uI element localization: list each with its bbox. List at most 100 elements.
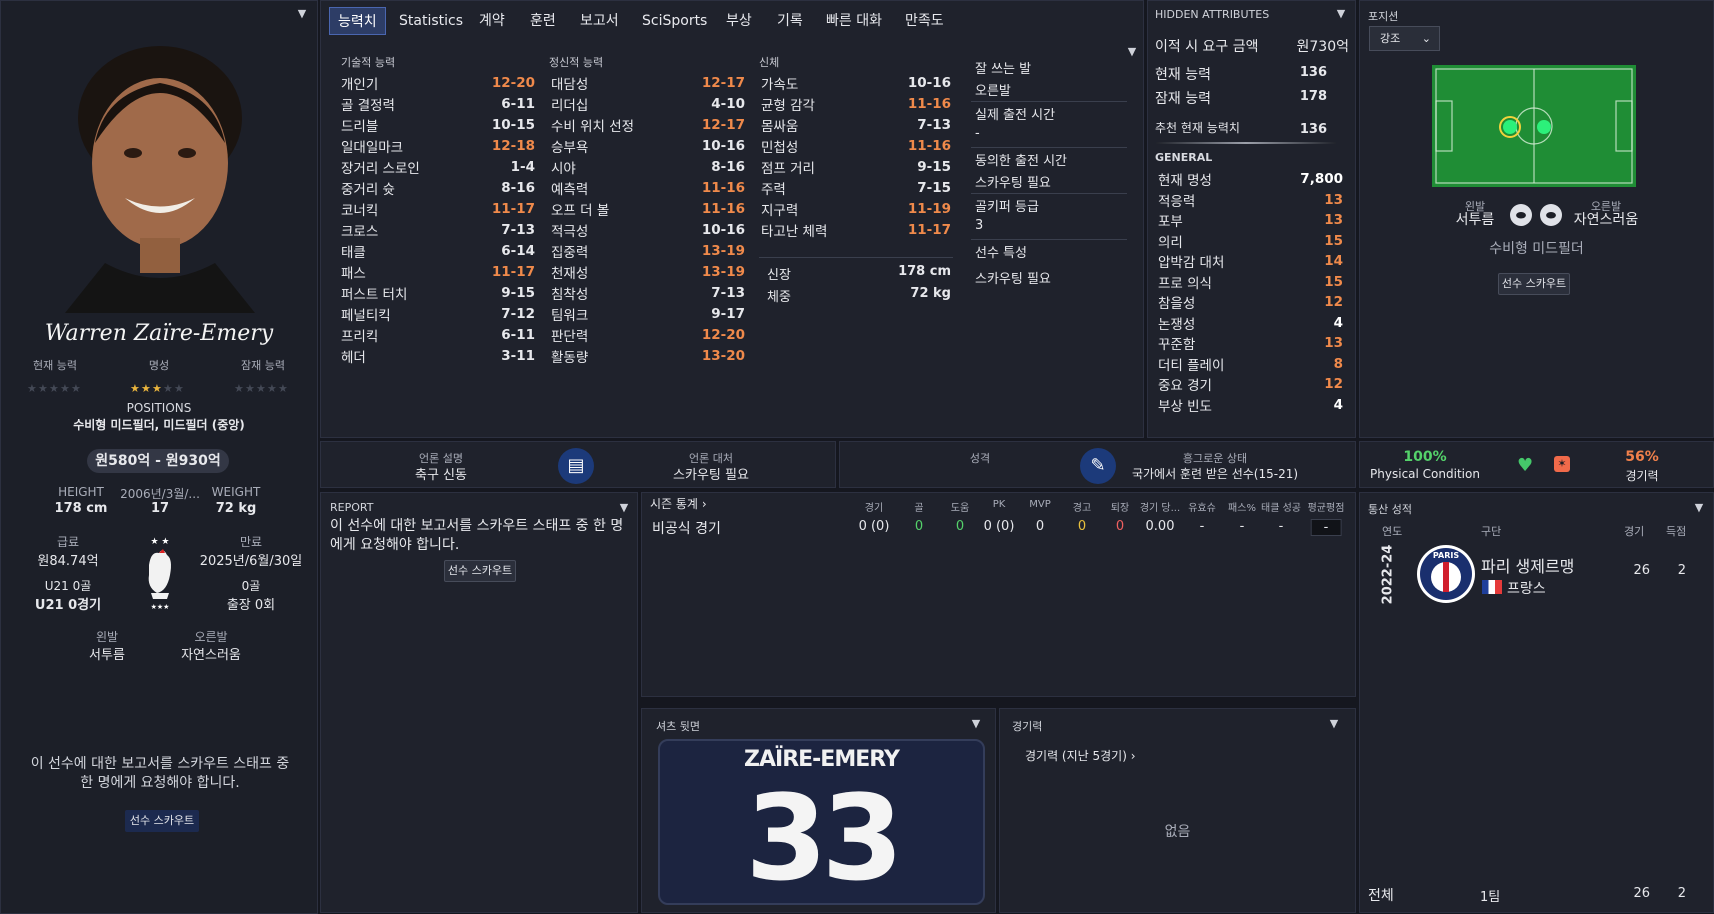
attribute-row[interactable]: 몸싸움 7-13 xyxy=(761,113,951,136)
tab-happiness[interactable]: 만족도 xyxy=(897,7,952,35)
season-header[interactable]: 골 xyxy=(914,499,923,514)
position-scout-button[interactable]: 선수 스카우트 xyxy=(1498,273,1570,295)
attribute-value: 9-17 xyxy=(711,305,745,322)
attribute-row[interactable]: 주력 7-15 xyxy=(761,176,951,199)
attribute-row[interactable]: 적극성 10-16 xyxy=(551,218,745,241)
attribute-row[interactable]: 장거리 스로인 1-4 xyxy=(341,155,535,178)
tab-scisports[interactable]: SciSports xyxy=(634,7,715,35)
tab-attributes[interactable]: 능력치 xyxy=(329,7,386,35)
attribute-row[interactable]: 판단력 12-20 xyxy=(551,323,745,346)
general-row[interactable]: 참을성 12 xyxy=(1158,292,1343,312)
season-header[interactable]: 평균평점 xyxy=(1308,499,1345,514)
attribute-row[interactable]: 프리킥 6-11 xyxy=(341,323,535,346)
attribute-row[interactable]: 개인기 12-20 xyxy=(341,71,535,94)
attribute-row[interactable]: 천재성 13-19 xyxy=(551,260,745,283)
season-header[interactable]: 경기 당... xyxy=(1140,499,1180,514)
attribute-name: 예측력 xyxy=(551,181,589,198)
attribute-row[interactable]: 오프 더 볼 11-16 xyxy=(551,197,745,220)
season-header[interactable]: 유효슈 xyxy=(1188,499,1216,514)
tab-statistics[interactable]: Statistics xyxy=(391,7,471,35)
attribute-row[interactable]: 중거리 슛 8-16 xyxy=(341,176,535,199)
mental-title: 정신적 능력 xyxy=(549,56,604,69)
attribute-row[interactable]: 패스 11-17 xyxy=(341,260,535,283)
attribute-row[interactable]: 수비 위치 선정 12-17 xyxy=(551,113,745,136)
season-value: 0 xyxy=(1077,519,1087,534)
general-row[interactable]: 적응력 13 xyxy=(1158,190,1343,210)
tab-training[interactable]: 훈련 xyxy=(522,7,564,35)
attribute-row[interactable]: 균형 감각 11-16 xyxy=(761,92,951,115)
attribute-row[interactable]: 침착성 7-13 xyxy=(551,281,745,304)
general-row[interactable]: 프로 의식 15 xyxy=(1158,272,1343,292)
attribute-row[interactable]: 헤더 3-11 xyxy=(341,344,535,367)
season-header[interactable]: MVP xyxy=(1029,499,1051,510)
attribute-row[interactable]: 퍼스트 터치 9-15 xyxy=(341,281,535,304)
career-title: 통산 성적 xyxy=(1368,503,1412,516)
general-value: 7,800 xyxy=(1300,171,1343,187)
attribute-row[interactable]: 일대일마크 12-18 xyxy=(341,134,535,157)
tab-contract[interactable]: 계약 xyxy=(471,7,513,35)
chevron-down-icon[interactable]: ▼ xyxy=(1692,501,1706,515)
attribute-row[interactable]: 크로스 7-13 xyxy=(341,218,535,241)
tab-reports[interactable]: 보고서 xyxy=(572,7,627,35)
season-header[interactable]: 태클 성공 xyxy=(1261,499,1301,514)
attribute-name: 천재성 xyxy=(551,265,589,282)
media-handling-value: 스카우팅 필요 xyxy=(673,468,749,483)
general-row[interactable]: 꾸준함 13 xyxy=(1158,333,1343,353)
attribute-row[interactable]: 민첩성 11-16 xyxy=(761,134,951,157)
attribute-row[interactable]: 시야 8-16 xyxy=(551,155,745,178)
media-description-value: 축구 신동 xyxy=(415,468,467,483)
general-row[interactable]: 더티 플레이 8 xyxy=(1158,354,1343,374)
season-header[interactable]: 경고 xyxy=(1073,499,1091,514)
general-row[interactable]: 현재 명성 7,800 xyxy=(1158,169,1343,189)
attribute-row[interactable]: 지구력 11-19 xyxy=(761,197,951,220)
chevron-down-icon[interactable]: ▼ xyxy=(295,7,309,21)
season-header[interactable]: 경기 xyxy=(865,499,883,514)
phys-weight-value: 72 kg xyxy=(910,286,951,301)
attribute-name: 점프 거리 xyxy=(761,160,815,177)
season-header[interactable]: 패스% xyxy=(1228,499,1256,514)
highlight-dropdown-value: 강조 xyxy=(1380,32,1401,45)
highlight-dropdown[interactable]: 강조 ⌄ xyxy=(1369,26,1440,51)
tab-history[interactable]: 기록 xyxy=(769,7,811,35)
chevron-down-icon[interactable]: ▼ xyxy=(617,501,631,515)
attribute-row[interactable]: 드리블 10-15 xyxy=(341,113,535,136)
attribute-row[interactable]: 승부욕 10-16 xyxy=(551,134,745,157)
tab-injuries[interactable]: 부상 xyxy=(718,7,760,35)
report-scout-button[interactable]: 선수 스카우트 xyxy=(444,560,516,582)
career-club-name[interactable]: 파리 생제르맹 xyxy=(1481,553,1574,577)
attribute-row[interactable]: 페널티킥 7-12 xyxy=(341,302,535,325)
attribute-row[interactable]: 예측력 11-16 xyxy=(551,176,745,199)
season-header[interactable]: 도움 xyxy=(951,499,969,514)
psg-badge-icon[interactable]: PARIS xyxy=(1416,544,1476,604)
season-header[interactable]: PK xyxy=(993,499,1006,510)
ca-hidden-value: 136 xyxy=(1299,65,1327,80)
season-headers: 경기 골 도움 PK MVP 경고 퇴장 경기 당... 유효슈 패스% 태클 성공 평균평점 xyxy=(642,499,1357,515)
scout-player-button[interactable]: 선수 스카우트 xyxy=(125,810,199,832)
general-row[interactable]: 압박감 대처 14 xyxy=(1158,251,1343,271)
attribute-row[interactable]: 골 결정력 6-11 xyxy=(341,92,535,115)
tab-quick-chat[interactable]: 빠른 대화 xyxy=(818,7,890,35)
attribute-row[interactable]: 점프 거리 9-15 xyxy=(761,155,951,178)
chevron-down-icon[interactable]: ▼ xyxy=(1125,45,1139,59)
attribute-row[interactable]: 대담성 12-17 xyxy=(551,71,745,94)
sharpness-label: 경기력 xyxy=(1625,469,1659,483)
attribute-row[interactable]: 태클 6-14 xyxy=(341,239,535,262)
general-row[interactable]: 부상 빈도 4 xyxy=(1158,395,1343,415)
attribute-name: 패스 xyxy=(341,265,366,282)
chevron-down-icon[interactable]: ▼ xyxy=(969,717,983,731)
attribute-row[interactable]: 활동량 13-20 xyxy=(551,344,745,367)
chevron-down-icon[interactable]: ▼ xyxy=(1327,717,1341,731)
attribute-row[interactable]: 가속도 10-16 xyxy=(761,71,951,94)
form-link[interactable]: 경기력 (지난 5경기) › xyxy=(1025,747,1136,764)
season-header[interactable]: 퇴장 xyxy=(1111,499,1129,514)
attribute-row[interactable]: 팀워크 9-17 xyxy=(551,302,745,325)
general-row[interactable]: 중요 경기 12 xyxy=(1158,374,1343,394)
general-row[interactable]: 의리 15 xyxy=(1158,231,1343,251)
chevron-down-icon[interactable]: ▼ xyxy=(1334,7,1348,21)
general-row[interactable]: 포부 13 xyxy=(1158,210,1343,230)
attribute-row[interactable]: 리더십 4-10 xyxy=(551,92,745,115)
attribute-row[interactable]: 코너킥 11-17 xyxy=(341,197,535,220)
attribute-row[interactable]: 집중력 13-19 xyxy=(551,239,745,262)
attribute-row[interactable]: 타고난 체력 11-17 xyxy=(761,218,951,241)
general-row[interactable]: 논쟁성 4 xyxy=(1158,313,1343,333)
